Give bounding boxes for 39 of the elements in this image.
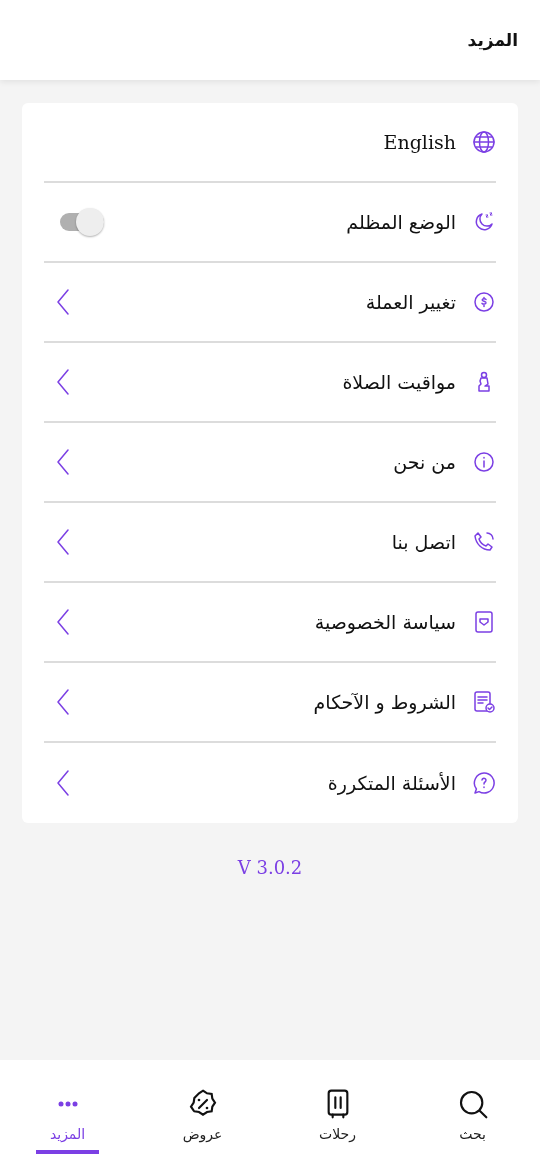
chevron-left-icon bbox=[56, 449, 70, 475]
chevron-left-icon bbox=[56, 369, 70, 395]
settings-row[interactable]: الأسئلة المتكررة bbox=[44, 743, 496, 823]
settings-row[interactable]: English bbox=[44, 103, 496, 183]
settings-row[interactable]: سياسة الخصوصية bbox=[44, 583, 496, 663]
info-icon bbox=[472, 450, 496, 474]
settings-label: English bbox=[382, 131, 456, 153]
settings-label: مواقيت الصلاة bbox=[341, 371, 456, 393]
chevron-left-icon bbox=[56, 529, 70, 555]
chat-question-icon bbox=[472, 771, 496, 795]
globe-icon bbox=[472, 130, 496, 154]
dark-mode-toggle[interactable] bbox=[58, 206, 106, 238]
chevron-left-icon bbox=[56, 289, 70, 315]
chevron-left-icon bbox=[56, 770, 70, 796]
nav-tab[interactable]: عروض bbox=[171, 1060, 234, 1154]
coin-icon bbox=[472, 290, 496, 314]
chevron-left-icon bbox=[56, 609, 70, 635]
settings-label: اتصل بنا bbox=[390, 531, 456, 553]
page-title: المزيد bbox=[467, 30, 518, 50]
settings-label: تغيير العملة bbox=[364, 291, 456, 313]
chevron-left-icon bbox=[56, 689, 70, 715]
settings-row[interactable]: الشروط و الآحكام bbox=[44, 663, 496, 743]
settings-label: الشروط و الآحكام bbox=[312, 691, 456, 713]
settings-row[interactable]: الوضع المظلم bbox=[44, 183, 496, 263]
phone-icon bbox=[472, 530, 496, 554]
nav-tab[interactable]: المزيد bbox=[36, 1060, 99, 1154]
settings-label: من نحن bbox=[392, 451, 456, 473]
checklist-icon bbox=[472, 690, 496, 714]
nav-tab[interactable]: بحث bbox=[441, 1060, 504, 1154]
settings-row[interactable]: اتصل بنا bbox=[44, 503, 496, 583]
settings-label: سياسة الخصوصية bbox=[313, 611, 456, 633]
version-text: V 3.0.2 bbox=[236, 857, 304, 878]
settings-label: الوضع المظلم bbox=[345, 211, 456, 233]
nav-tab[interactable]: رحلات bbox=[306, 1060, 369, 1154]
settings-row[interactable]: تغيير العملة bbox=[44, 263, 496, 343]
settings-label: الأسئلة المتكررة bbox=[326, 772, 456, 794]
settings-row[interactable]: مواقيت الصلاة bbox=[44, 343, 496, 423]
settings-row[interactable]: من نحن bbox=[44, 423, 496, 503]
document-icon bbox=[472, 610, 496, 634]
